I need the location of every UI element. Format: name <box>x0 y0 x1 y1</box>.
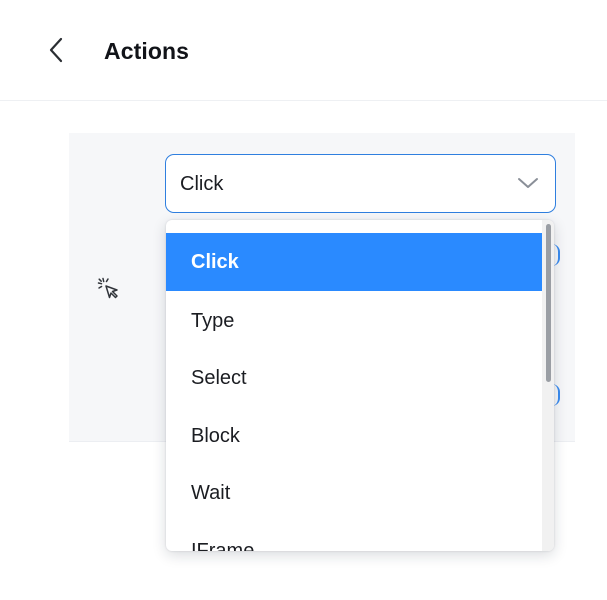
select-value: Click <box>180 173 224 195</box>
action-type-select[interactable]: Click <box>165 154 556 213</box>
dropdown-option-wait[interactable]: Wait <box>166 464 542 522</box>
header: Actions <box>0 0 607 101</box>
cursor-click-icon <box>97 277 118 299</box>
back-button[interactable] <box>36 30 76 70</box>
dropdown-option-block[interactable]: Block <box>166 407 542 465</box>
page-title: Actions <box>104 38 190 64</box>
dropdown-option-type[interactable]: Type <box>166 292 542 350</box>
scrollbar-thumb[interactable] <box>546 224 551 382</box>
chevron-left-icon <box>49 37 63 63</box>
dropdown-option-iframe[interactable]: IFrame <box>166 522 542 551</box>
chevron-down-icon <box>518 178 538 188</box>
dropdown-menu: Click Type Select Block Wait IFrame <box>166 220 554 551</box>
dropdown-scrollbar[interactable] <box>542 220 554 551</box>
dropdown-option-click[interactable]: Click <box>166 233 542 291</box>
dropdown-option-select[interactable]: Select <box>166 349 542 407</box>
